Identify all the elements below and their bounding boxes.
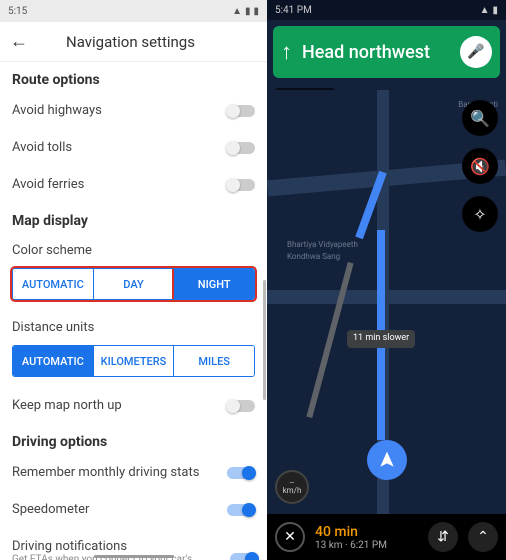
distance-miles-button[interactable]: MILES	[174, 346, 254, 376]
battery-icon: ▮	[492, 5, 498, 16]
color-automatic-button[interactable]: AUTOMATIC	[13, 269, 94, 299]
mute-button[interactable]: 🔇	[462, 148, 498, 184]
avoid-highways-row[interactable]: Avoid highways	[0, 92, 267, 129]
status-bar: 5:15 ▲ ▮ ▮	[0, 0, 267, 22]
remember-stats-row[interactable]: Remember monthly driving stats	[0, 454, 267, 491]
navigation-pane: 5:41 PM ▲ ▮ ↑ Head northwest 🎤 Then ↰ Bh…	[267, 0, 506, 560]
compass-icon: ✧	[473, 205, 486, 224]
close-icon: ✕	[284, 529, 296, 545]
navigation-cursor	[367, 440, 407, 480]
driving-notifications-toggle[interactable]	[230, 553, 255, 560]
alt-routes-button[interactable]: ⇵	[428, 522, 458, 552]
status-bar-nav: 5:41 PM ▲ ▮	[267, 0, 506, 20]
keep-north-toggle[interactable]	[227, 400, 255, 412]
distance-units-segment: AUTOMATIC KILOMETERS MILES	[12, 345, 255, 377]
cursor-arrow-icon	[377, 450, 397, 470]
poi-label: Kondhwa Sang	[287, 252, 340, 261]
slower-route-badge[interactable]: 11 min slower	[347, 330, 415, 348]
avoid-ferries-label: Avoid ferries	[12, 177, 84, 192]
avoid-tolls-toggle[interactable]	[227, 142, 255, 154]
direction-arrow-icon: ↑	[281, 39, 292, 65]
home-indicator	[94, 555, 174, 558]
speedometer-row[interactable]: Speedometer	[0, 491, 267, 528]
search-button[interactable]: 🔍	[462, 100, 498, 136]
status-time: 5:15	[8, 6, 27, 17]
speedometer-label: Speedometer	[12, 502, 89, 517]
avoid-highways-label: Avoid highways	[12, 103, 102, 118]
avoid-highways-toggle[interactable]	[227, 105, 255, 117]
nav-status-icons: ▲ ▮	[480, 5, 498, 16]
avoid-tolls-row[interactable]: Avoid tolls	[0, 129, 267, 166]
color-day-button[interactable]: DAY	[94, 269, 175, 299]
wifi-icon: ▲	[232, 6, 242, 17]
speed-indicator: -- km/h	[275, 470, 309, 504]
signal-icon: ▮	[245, 6, 251, 17]
nav-status-time: 5:41 PM	[275, 5, 312, 16]
color-scheme-label: Color scheme	[0, 233, 267, 262]
compass-button[interactable]: ✧	[462, 196, 498, 232]
expand-button[interactable]: ⌃	[468, 522, 498, 552]
map-display-heading: Map display	[0, 203, 267, 233]
driving-notifications-label: Driving notifications	[12, 539, 230, 554]
close-navigation-button[interactable]: ✕	[275, 522, 305, 552]
driving-options-heading: Driving options	[0, 424, 267, 454]
distance-kilometers-button[interactable]: KILOMETERS	[94, 346, 175, 376]
trip-bottom-bar: ✕ 40 min 13 km · 6:21 PM ⇵ ⌃	[267, 514, 506, 560]
avoid-ferries-toggle[interactable]	[227, 179, 255, 191]
speed-unit: km/h	[283, 487, 302, 495]
avoid-ferries-row[interactable]: Avoid ferries	[0, 166, 267, 203]
speedometer-toggle[interactable]	[227, 504, 255, 516]
wifi-icon: ▲	[480, 5, 490, 16]
settings-pane: 5:15 ▲ ▮ ▮ ← Navigation settings Route o…	[0, 0, 267, 560]
status-icons: ▲ ▮ ▮	[232, 6, 259, 17]
page-title: Navigation settings	[66, 33, 195, 51]
route-options-heading: Route options	[0, 62, 267, 92]
route-icon: ⇵	[437, 529, 449, 545]
app-header: ← Navigation settings	[0, 22, 267, 62]
eta-duration: 40 min	[315, 524, 418, 540]
direction-text: Head northwest	[302, 42, 450, 63]
direction-card[interactable]: ↑ Head northwest 🎤	[273, 26, 500, 78]
back-icon[interactable]: ←	[10, 31, 28, 52]
mute-icon: 🔇	[470, 157, 490, 176]
distance-automatic-button[interactable]: AUTOMATIC	[13, 346, 94, 376]
distance-units-label: Distance units	[0, 310, 267, 339]
poi-label: Bhartiya Vidyapeeth	[287, 240, 358, 249]
search-icon: 🔍	[470, 109, 490, 128]
mic-icon: 🎤	[467, 44, 484, 60]
color-scheme-segment: AUTOMATIC DAY NIGHT	[12, 268, 255, 300]
battery-icon: ▮	[253, 6, 259, 17]
remember-stats-label: Remember monthly driving stats	[12, 465, 199, 480]
remember-stats-toggle[interactable]	[227, 467, 255, 479]
keep-north-label: Keep map north up	[12, 398, 122, 413]
color-night-button[interactable]: NIGHT	[174, 269, 254, 299]
mic-button[interactable]: 🎤	[460, 36, 492, 68]
keep-north-row[interactable]: Keep map north up	[0, 387, 267, 424]
scrollbar[interactable]	[263, 280, 266, 400]
eta-details: 13 km · 6:21 PM	[315, 540, 418, 551]
eta-block[interactable]: 40 min 13 km · 6:21 PM	[315, 524, 418, 551]
avoid-tolls-label: Avoid tolls	[12, 140, 72, 155]
chevron-up-icon: ⌃	[477, 529, 489, 545]
